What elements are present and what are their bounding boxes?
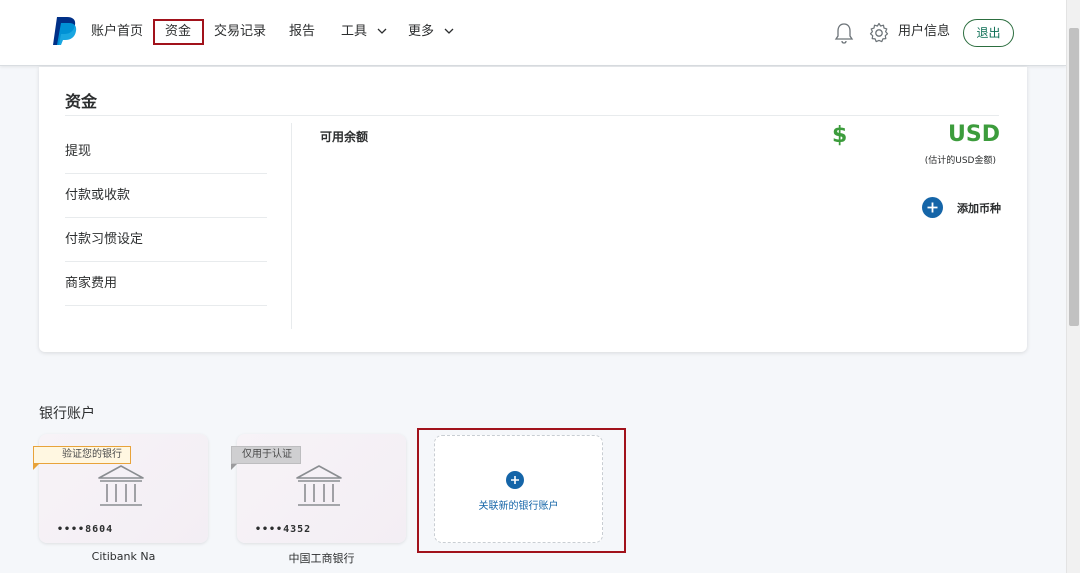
nav-tools-label: 工具 <box>341 24 368 39</box>
nav-more-label: 更多 <box>408 24 435 39</box>
user-info-link[interactable]: 用户信息 <box>898 23 950 41</box>
menu-payment-preferences[interactable]: 付款习惯设定 <box>65 218 267 262</box>
bank-account-digits: ••••4352 <box>255 524 312 535</box>
nav-account-home[interactable]: 账户首页 <box>91 23 143 41</box>
bank-card[interactable]: 验证您的银行 ••••8604 <box>33 434 208 543</box>
menu-withdraw[interactable]: 提现 <box>65 130 267 174</box>
bank-name: Citibank Na <box>91 550 156 563</box>
bank-building-icon <box>296 465 342 506</box>
bank-account-digits: ••••8604 <box>57 524 114 535</box>
chevron-down-icon <box>377 28 387 34</box>
nav-reports[interactable]: 报告 <box>289 23 315 41</box>
currency-symbol: $ <box>832 123 848 148</box>
bank-name: 中国工商银行 <box>288 552 355 565</box>
bank-building-icon <box>98 465 144 506</box>
divider <box>65 115 999 116</box>
menu-merchant-fees[interactable]: 商家费用 <box>65 262 267 306</box>
chevron-down-icon <box>444 28 454 34</box>
funds-title: 资金 <box>65 92 98 111</box>
nav-transactions[interactable]: 交易记录 <box>214 23 266 41</box>
bank-accounts-title: 银行账户 <box>39 406 95 422</box>
currency-code: USD <box>948 122 1000 147</box>
estimate-note: (估计的USD金额) <box>924 156 996 166</box>
divider <box>291 123 292 329</box>
gear-icon[interactable] <box>868 22 890 44</box>
add-bank-account-button[interactable]: 关联新的银行账户 <box>434 435 603 543</box>
paypal-funds-page: 账户首页 资金 交易记录 报告 工具 更多 用户信息 退出 资金 提现 付款或收… <box>0 0 1080 573</box>
page-scrollbar[interactable] <box>1066 0 1080 573</box>
add-currency-link[interactable]: 添加币种 <box>957 200 1001 216</box>
paypal-logo[interactable] <box>50 16 78 46</box>
top-navigation-bar: 账户首页 资金 交易记录 报告 工具 更多 用户信息 退出 <box>0 0 1066 66</box>
bell-icon[interactable] <box>834 22 854 44</box>
bank-card[interactable]: 仅用于认证 ••••4352 <box>231 434 406 543</box>
available-balance-label: 可用余额 <box>320 130 369 144</box>
logout-button[interactable]: 退出 <box>963 19 1014 47</box>
nav-funds-highlight <box>153 19 204 45</box>
plus-circle-icon <box>506 471 524 489</box>
nav-tools[interactable]: 工具 <box>341 23 387 41</box>
plus-circle-icon[interactable] <box>922 197 943 218</box>
verification-only-badge: 仅用于认证 <box>231 446 301 470</box>
nav-more[interactable]: 更多 <box>408 23 454 41</box>
menu-send-receive[interactable]: 付款或收款 <box>65 174 267 218</box>
scrollbar-thumb[interactable] <box>1069 28 1079 326</box>
funds-panel: 资金 提现 付款或收款 付款习惯设定 商家费用 可用余额 $ USD (估计的U… <box>39 67 1027 352</box>
add-bank-account-label: 关联新的银行账户 <box>478 501 559 512</box>
